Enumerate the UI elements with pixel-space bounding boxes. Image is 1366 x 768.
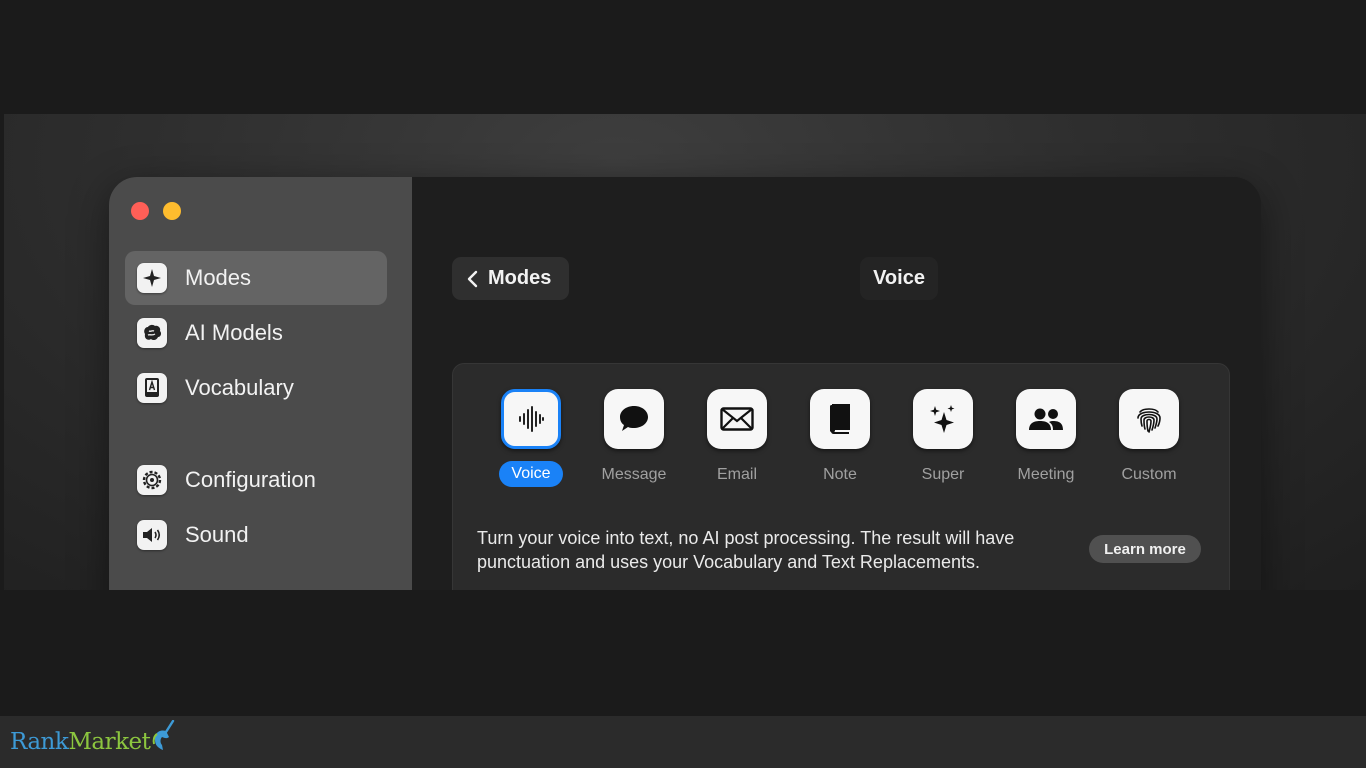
notebook-icon bbox=[810, 389, 870, 449]
main-content: Modes Voice Voice Message Email Note Sup… bbox=[412, 177, 1261, 590]
mode-email[interactable]: Email bbox=[697, 389, 777, 488]
unicorn-logo-icon bbox=[153, 720, 175, 750]
sparkles-icon bbox=[913, 389, 973, 449]
brand-watermark: Rank Market bbox=[10, 720, 175, 760]
mode-description: Turn your voice into text, no AI post pr… bbox=[477, 526, 1077, 574]
page-title: Voice bbox=[860, 257, 938, 300]
envelope-icon bbox=[707, 389, 767, 449]
mode-meeting[interactable]: Meeting bbox=[1006, 389, 1086, 488]
minimize-window-button[interactable] bbox=[163, 202, 181, 220]
learn-more-button[interactable]: Learn more bbox=[1089, 535, 1201, 563]
sidebar: Modes AI Models Vocabulary Configuration bbox=[109, 177, 412, 590]
mode-voice[interactable]: Voice bbox=[491, 389, 571, 487]
watermark-bar bbox=[0, 716, 1366, 768]
mode-label: Email bbox=[716, 466, 757, 483]
people-icon bbox=[1016, 389, 1076, 449]
mode-super[interactable]: Super bbox=[903, 389, 983, 488]
gear-icon bbox=[137, 465, 167, 495]
speaker-icon bbox=[137, 520, 167, 550]
screen-stage: Modes AI Models Vocabulary Configuration bbox=[4, 114, 1366, 590]
mode-label: Voice bbox=[499, 461, 563, 487]
bottom-background bbox=[0, 590, 1366, 716]
mode-label: Note bbox=[823, 466, 857, 483]
brain-icon bbox=[137, 318, 167, 348]
mode-label: Meeting bbox=[1017, 466, 1075, 483]
sidebar-item-label: AI Models bbox=[185, 320, 283, 345]
sidebar-item-label: Vocabulary bbox=[185, 375, 294, 400]
top-background bbox=[0, 0, 1366, 114]
sidebar-item-label: Configuration bbox=[185, 467, 316, 492]
mode-label: Super bbox=[921, 466, 965, 483]
sidebar-item-ai-models[interactable]: AI Models bbox=[125, 306, 387, 360]
sidebar-item-label: Sound bbox=[185, 522, 249, 547]
brand-name-part: Rank bbox=[10, 729, 69, 755]
waveform-icon bbox=[501, 389, 561, 449]
mode-description-line: punctuation and uses your Vocabulary and… bbox=[477, 552, 980, 572]
mode-note[interactable]: Note bbox=[800, 389, 880, 488]
app-window: Modes AI Models Vocabulary Configuration bbox=[109, 177, 1261, 590]
modes-card: Voice Message Email Note Super Meeting C… bbox=[452, 363, 1230, 590]
sidebar-item-modes[interactable]: Modes bbox=[125, 251, 387, 305]
brand-name-part: Market bbox=[68, 729, 151, 755]
sidebar-item-label: Modes bbox=[185, 265, 252, 290]
close-window-button[interactable] bbox=[131, 202, 149, 220]
speech-bubble-icon bbox=[604, 389, 664, 449]
mode-description-line: Turn your voice into text, no AI post pr… bbox=[477, 528, 1015, 548]
chevron-left-icon bbox=[467, 270, 478, 287]
sidebar-item-vocabulary[interactable]: Vocabulary bbox=[125, 361, 387, 415]
mode-label: Message bbox=[601, 466, 667, 483]
mode-custom[interactable]: Custom bbox=[1109, 389, 1189, 488]
sparkle-icon bbox=[137, 263, 167, 293]
back-button-label: Modes bbox=[488, 267, 552, 289]
mode-message[interactable]: Message bbox=[594, 389, 674, 488]
book-letter-icon bbox=[137, 373, 167, 403]
back-button[interactable]: Modes bbox=[452, 257, 569, 300]
mode-label: Custom bbox=[1121, 466, 1177, 483]
sidebar-item-sound[interactable]: Sound bbox=[125, 508, 387, 562]
fingerprint-icon bbox=[1119, 389, 1179, 449]
sidebar-item-configuration[interactable]: Configuration bbox=[125, 453, 387, 507]
